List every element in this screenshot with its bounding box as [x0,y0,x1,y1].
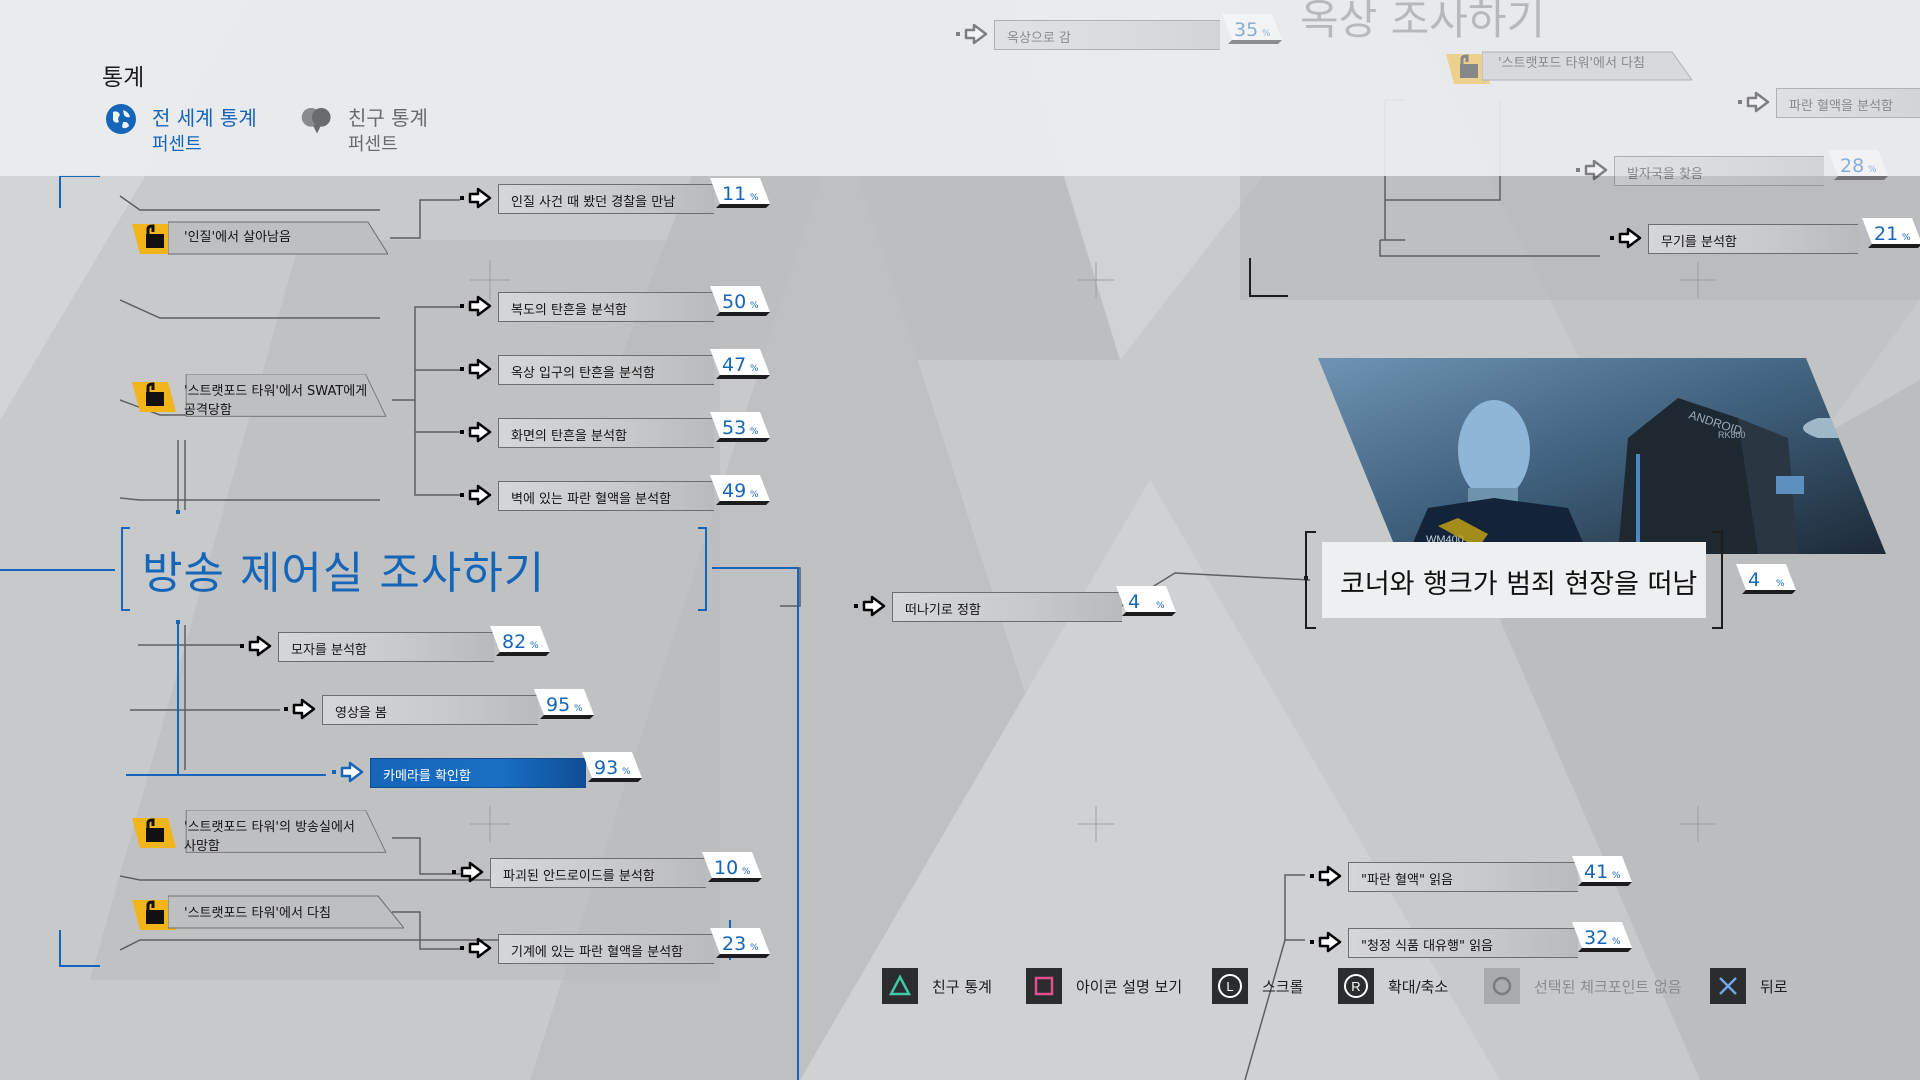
node-percent: 10 [714,857,739,879]
node-percent: 95 [546,694,571,716]
arrow-right-icon [1738,91,1770,113]
svg-text:R: R [1351,979,1360,994]
svg-text:L: L [1226,979,1233,994]
right-stick-icon: R [1338,968,1374,1004]
node-percent: 32 [1584,927,1609,949]
triangle-button-icon [882,968,918,1004]
arrow-right-icon [1610,227,1642,249]
node-percent: 47 [722,354,747,376]
arrow-right-icon [460,937,492,959]
arrow-right-icon [460,484,492,506]
lock-label: '스트랫포드 타워'에서 다침 [1498,56,1645,71]
node-label: 옥상으로 감 [1007,31,1071,46]
node-label: "파란 혈액" 읽음 [1361,873,1453,888]
left-stick-icon: L [1212,968,1248,1004]
tab-friend-stats-label: 친구 통계 [348,106,428,130]
arrow-right-icon [460,421,492,443]
node-percent: 11 [722,183,747,205]
node-label: 기계에 있는 파란 혈액을 분석함 [511,945,684,960]
lock-label-line2: 공격당함 [184,403,232,418]
node-percent: 21 [1874,223,1899,245]
arrow-right-icon [1576,159,1608,181]
arrow-right-icon [332,761,364,783]
lock-label-line2: 사망함 [184,839,220,854]
arrow-right-icon [284,698,316,720]
node-label: 모자를 분석함 [291,643,367,658]
tab-global-stats-sub: 퍼센트 [152,134,202,155]
lock-label: '인질'에서 살아남음 [184,230,291,245]
node-label: 무기를 분석함 [1661,235,1737,250]
footer-label: 아이콘 설명 보기 [1076,978,1183,996]
footer-label: 뒤로 [1760,978,1788,996]
node-label: 파란 혈액을 분석함 [1789,99,1893,114]
arrow-right-icon [854,595,886,617]
tab-global-stats-label: 전 세계 통계 [152,106,257,130]
node-percent: 23 [722,933,747,955]
circle-button-icon [1484,968,1520,1004]
node-percent: 41 [1584,861,1609,883]
square-button-icon [1026,968,1062,1004]
lock-label-line1: '스트랫포드 타워'에서 SWAT에게 [184,384,368,399]
faded-section-title: 옥상 조사하기 [1300,0,1546,44]
footer-label: 스크롤 [1262,978,1304,996]
lock-label: '스트랫포드 타워'에서 다침 [184,906,331,921]
footer-label: 친구 통계 [932,978,992,996]
arrow-right-icon [452,861,484,883]
globe-icon [106,104,136,134]
node-percent: 82 [502,631,527,653]
arrow-right-icon [1310,865,1342,887]
node-percent: 53 [722,417,747,439]
section-title: 방송 제어실 조사하기 [142,548,546,599]
footer-label: 확대/축소 [1388,978,1449,996]
node-label: 발자국을 찾음 [1627,167,1703,182]
node-label: "청정 식품 대유행" 읽음 [1361,939,1493,954]
node-percent: 4 [1748,569,1761,591]
node-label: 벽에 있는 파란 혈액을 분석함 [511,492,672,507]
node-label: 파괴된 안드로이드를 분석함 [503,869,655,884]
main-node-label: 코너와 행크가 범죄 현장을 떠남 [1340,569,1698,600]
footer-label: 선택된 체크포인트 없음 [1534,978,1682,996]
node-label: 영상을 봄 [335,706,387,721]
friends-icon [301,107,331,134]
arrow-right-icon [460,358,492,380]
page-title: 통계 [102,65,145,91]
node-label: 인질 사건 때 봤던 경찰을 만남 [511,195,676,210]
cross-button-icon [1710,968,1746,1004]
node-label: 복도의 탄흔을 분석함 [511,303,627,318]
node-label: 떠나기로 정함 [905,603,981,618]
node-percent: 49 [722,480,747,502]
arrow-right-icon [460,295,492,317]
tab-friend-stats-sub: 퍼센트 [348,134,398,155]
arrow-right-icon [460,187,492,209]
lock-label-line1: '스트랫포드 타워'의 방송실에서 [184,820,355,835]
scene-text-model: RK800 [1718,430,1746,440]
node-connor-hank-leave[interactable]: 코너와 행크가 범죄 현장을 떠남 [1322,542,1706,618]
node-label: 카메라를 확인함 [383,769,471,784]
node-percent: 93 [594,757,619,779]
node-percent: 28 [1840,155,1865,177]
node-label: 옥상 입구의 탄흔을 분석함 [511,366,655,381]
scene-thumbnail: ANDROID RK800 WM400 [1318,358,1886,554]
arrow-right-icon [956,23,988,45]
arrow-right-icon [1310,931,1342,953]
node-percent: 50 [722,291,747,313]
node-label: 화면의 탄흔을 분석함 [511,429,627,444]
arrow-right-icon [240,635,272,657]
node-percent: 4 [1128,591,1141,613]
node-percent: 35 [1234,19,1259,41]
